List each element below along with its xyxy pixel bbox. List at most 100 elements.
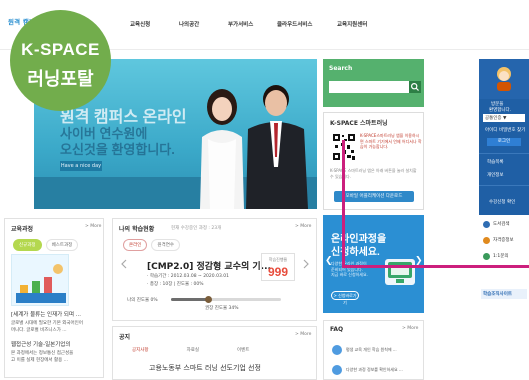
- auth-type-select[interactable]: 공통인증 ▼: [483, 114, 525, 122]
- my-progress-label: 나의 진도율 0%: [127, 298, 158, 303]
- book-icon: [483, 221, 490, 228]
- id-label: 아이디: [485, 128, 498, 133]
- highlight-line-horizontal: [342, 265, 529, 268]
- nav-item-extra-services[interactable]: 부가서비스: [228, 20, 277, 28]
- promo-title: 온라인과정을 신청하세요.: [331, 233, 386, 259]
- login-button[interactable]: 로그인: [487, 138, 521, 146]
- faq-title: FAQ: [330, 326, 344, 333]
- online-course-promo[interactable]: 온라인과정을 신청하세요. 다양한 온라인 과정이 준비되어 있습니다. 지금 …: [323, 215, 424, 313]
- promo-desc-line: 지금 바로 신청하세요.: [331, 272, 368, 277]
- tab-best-courses[interactable]: 베스트과정: [45, 239, 79, 251]
- promo-apply-button[interactable]: > 신청바로가기: [331, 291, 359, 305]
- promo-illustration-icon: [385, 259, 415, 285]
- k-space-badge: K-SPACE 러닝포탈: [10, 10, 111, 111]
- my-learning-title: 나의 학습현황: [119, 226, 155, 233]
- notice-title: 공지: [119, 334, 131, 341]
- smart-learning-title: K-SPACE 스마트러닝: [330, 120, 388, 127]
- tab-notices[interactable]: 공지사항: [127, 345, 154, 355]
- my-learning-panel: 나의 학습현황 현재 수강중인 과정 : 23개 > More 온라인 원격연수…: [112, 218, 317, 321]
- course-item-desc: 본 과정에서는 정보통신 접근성을: [11, 351, 74, 356]
- course-more-link[interactable]: > More: [85, 224, 101, 229]
- sidebar-item-personal-info[interactable]: 개인정보: [487, 172, 504, 178]
- search-label: Search: [329, 65, 353, 72]
- tab-online[interactable]: 온라인: [123, 239, 148, 251]
- recommended-progress-caption: 권장 진도율 34%: [205, 306, 239, 311]
- notice-item[interactable]: 고용노동부 스마트 러닝 선도기업 선정: [149, 363, 261, 373]
- hero-people-illustration: [200, 85, 308, 209]
- nav-item-education-support[interactable]: 교육지원센터: [337, 20, 386, 28]
- sidebar-item-study-list[interactable]: 학습목록: [487, 159, 504, 165]
- quick-link-certificate[interactable]: 자격증정보: [483, 237, 514, 244]
- faq-bullet-icon: [332, 345, 342, 355]
- faq-item[interactable]: 다양한 과정 정보를 확인하세요 ...: [346, 367, 403, 373]
- nav-item-course-apply[interactable]: 교육신청: [130, 20, 179, 28]
- greeting-line-2: 환영합니다.: [489, 108, 512, 113]
- notice-panel: 공지 > More 공지사항 자료실 이벤트 고용노동부 스마트 러닝 선도기업…: [112, 326, 317, 380]
- tab-remote-training[interactable]: 원격연수: [151, 239, 180, 251]
- highlight-line-vertical: [342, 140, 345, 267]
- badge-subtitle: 러닝포탈: [27, 69, 94, 89]
- smart-learning-panel: K-SPACE 스마트러닝 K-SPACE스마트러닝 앱을 이용하시면 스마트 …: [323, 112, 424, 210]
- find-password-link[interactable]: 비밀번호 찾기: [499, 127, 525, 133]
- sidebar-divider: [479, 153, 529, 154]
- avatar-icon: [497, 67, 511, 91]
- course-tabs: 신규과정 베스트과정: [13, 239, 79, 251]
- course-detail: · 총장 : 10장 | 진도율 : 00%: [147, 282, 204, 287]
- progress-fill: [171, 298, 209, 301]
- chat-icon: [483, 253, 490, 260]
- course-period: · 학습기간 : 2012.03.08 ~ 2020.03.01: [147, 274, 229, 279]
- app-download-button[interactable]: 모바일 어플리케이션 다운로드: [334, 191, 414, 202]
- score-label: 학습진행율: [268, 257, 288, 262]
- prev-arrow-icon[interactable]: [119, 259, 129, 269]
- promo-description: 다양한 온라인 과정이 준비되어 있습니다. 지금 바로 신청하세요.: [331, 261, 368, 278]
- faq-panel: FAQ > More 평생 교육 개인 학습 원칙에 ... 다양한 과정 정보…: [323, 320, 424, 380]
- my-learning-more-link[interactable]: > More: [295, 224, 311, 229]
- course-thumbnail[interactable]: [11, 254, 69, 306]
- quick-link-label: 학습조직사이트: [483, 292, 512, 297]
- nav-item-my-space[interactable]: 나의공간: [179, 20, 228, 28]
- promo-prev-icon[interactable]: ❮: [325, 256, 333, 266]
- tab-events[interactable]: 이벤트: [232, 345, 254, 355]
- course-item-title[interactable]: 웹접근성 기술-일본기업의: [11, 340, 70, 348]
- progress-bar: [171, 296, 281, 303]
- sidebar-item-enrollment-check[interactable]: 수강신청 확인: [489, 199, 515, 205]
- quick-links: 도서검색 자격증정보 1:1문의 학습조직사이트: [479, 215, 529, 310]
- faq-item[interactable]: 평생 교육 개인 학습 원칙에 ...: [346, 347, 397, 353]
- course-panel-title: 교육과정: [11, 226, 34, 233]
- smart-learning-description: K-SPACE스마트러닝 앱을 이용하시면 스마트 기기에서 언제 어디서나 학…: [360, 133, 422, 149]
- notice-tabs: 공지사항 자료실 이벤트: [127, 345, 254, 355]
- certificate-icon: [483, 237, 490, 244]
- promo-title-line-1: 온라인과정을: [331, 234, 387, 245]
- score-value: 999: [267, 265, 289, 279]
- next-arrow-icon[interactable]: [301, 259, 311, 269]
- course-item-title[interactable]: [세계가 물류는 인재가 되며 ...: [11, 310, 81, 318]
- quick-link-label: 도서검색: [493, 222, 510, 227]
- faq-more-link[interactable]: > More: [402, 326, 418, 331]
- hero-tag: Have a nice day: [60, 161, 102, 171]
- course-item-desc: 글로벌 시대에 필요한 기본 외국어인어: [11, 321, 83, 326]
- search-input[interactable]: [329, 81, 409, 93]
- promo-title-line-2: 신청하세요.: [331, 247, 380, 258]
- main-nav: 교육신청 나의공간 부가서비스 클라우드서비스 교육지원센터: [130, 20, 386, 28]
- search-panel: Search: [323, 59, 424, 107]
- course-item-desc: 머니다. 글로벌 비즈니스가 ...: [11, 328, 67, 333]
- my-learning-subtitle: 현재 수강중인 과정 : 23개: [171, 226, 222, 231]
- course-panel: 교육과정 > More 신규과정 베스트과정 [세계가 물류는 인재가 되며 .…: [4, 218, 104, 378]
- search-icon: [410, 82, 419, 91]
- quick-link-book-search[interactable]: 도서검색: [483, 221, 510, 228]
- current-course-title[interactable]: [CMP2.0] 정감형 교수의 기...: [147, 259, 271, 272]
- search-button[interactable]: [409, 81, 421, 93]
- course-illustration-icon: [16, 264, 66, 303]
- tab-new-courses[interactable]: 신규과정: [13, 239, 42, 251]
- tab-resources[interactable]: 자료실: [182, 345, 204, 355]
- quick-link-label: 1:1문의: [493, 254, 509, 259]
- quick-link-inquiry[interactable]: 1:1문의: [483, 253, 509, 260]
- progress-marker: [205, 296, 213, 303]
- sidebar-divider: [479, 185, 529, 186]
- quick-link-label: 자격증정보: [493, 238, 514, 243]
- notice-more-link[interactable]: > More: [295, 332, 311, 337]
- quick-link-learning-org[interactable]: 학습조직사이트: [481, 289, 527, 299]
- faq-bullet-icon: [332, 365, 342, 375]
- nav-item-cloud-services[interactable]: 클라우드서비스: [277, 20, 337, 28]
- my-learning-tabs: 온라인 원격연수: [123, 239, 180, 251]
